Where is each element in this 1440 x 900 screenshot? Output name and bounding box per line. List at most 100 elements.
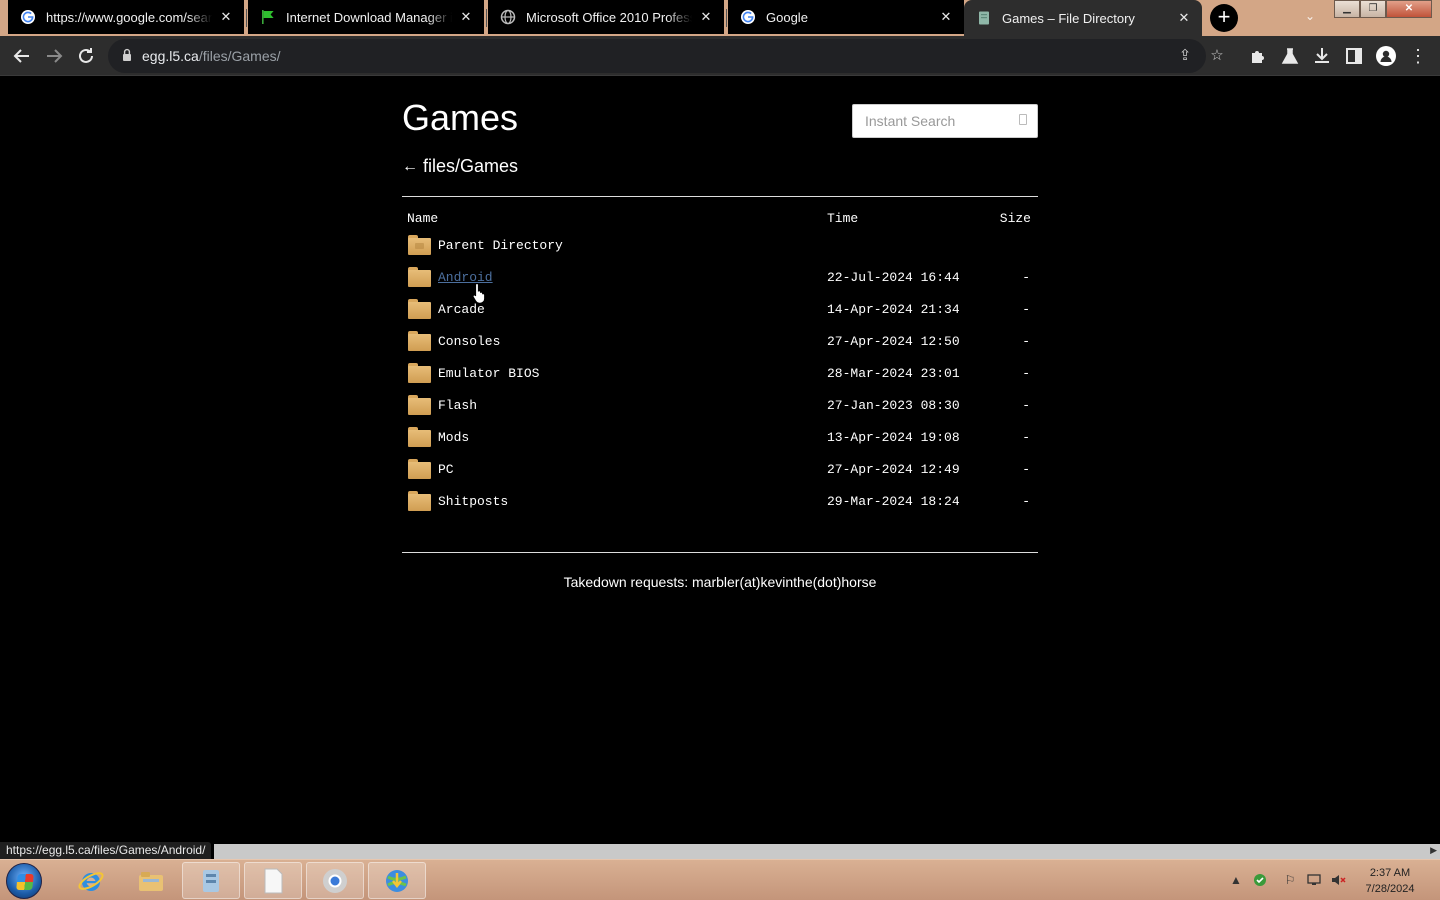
- tab-title: Internet Download Manager is a: [286, 9, 452, 25]
- show-hidden-icons-arrow-icon[interactable]: ▲: [1228, 872, 1244, 888]
- page-icon: [976, 10, 992, 26]
- url-text: egg.l5.ca/files/Games/: [142, 48, 281, 64]
- breadcrumb[interactable]: ← files/Games: [402, 156, 518, 177]
- row-size: -: [1022, 365, 1030, 381]
- row-name-link[interactable]: Parent Directory: [438, 238, 563, 253]
- row-name-link[interactable]: Consoles: [438, 334, 500, 349]
- table-row[interactable]: Android 22-Jul-2024 16:44 -: [402, 261, 1038, 293]
- row-size: -: [1022, 301, 1030, 317]
- extensions-puzzle-icon[interactable]: [1246, 44, 1270, 68]
- row-time: 27-Apr-2024 12:49: [827, 461, 960, 477]
- side-panel-icon[interactable]: [1342, 44, 1366, 68]
- url-host: egg.l5.ca: [142, 48, 199, 64]
- table-row[interactable]: Consoles 27-Apr-2024 12:50 -: [402, 325, 1038, 357]
- row-size: -: [1022, 429, 1030, 445]
- download-icon[interactable]: [1310, 44, 1334, 68]
- row-name-link[interactable]: Flash: [438, 398, 477, 413]
- taskbar-app-notepad[interactable]: [244, 862, 302, 899]
- tab-search-icon[interactable]: ⌄: [1300, 6, 1320, 26]
- row-name-link[interactable]: Shitposts: [438, 494, 508, 509]
- table-row[interactable]: Arcade 14-Apr-2024 21:34 -: [402, 293, 1038, 325]
- taskbar-clock[interactable]: 2:37 AM 7/28/2024: [1362, 865, 1418, 897]
- scroll-right-arrow-icon[interactable]: ▶: [1430, 845, 1437, 856]
- start-button[interactable]: [6, 863, 42, 899]
- taskbar-file-explorer[interactable]: [122, 862, 180, 899]
- file-listing-table: Name Time Size Parent Directory Android …: [402, 207, 1038, 517]
- folder-icon: [408, 299, 431, 319]
- column-header-name[interactable]: Name: [402, 207, 822, 229]
- table-row[interactable]: Mods 13-Apr-2024 19:08 -: [402, 421, 1038, 453]
- chrome-icon: [323, 868, 347, 893]
- share-icon[interactable]: ⇪: [1176, 47, 1194, 65]
- divider: [402, 196, 1038, 197]
- menu-kebab-icon[interactable]: ⋮: [1406, 44, 1430, 68]
- profile-avatar-icon[interactable]: [1374, 44, 1398, 68]
- row-size: -: [1022, 269, 1030, 285]
- close-icon[interactable]: ✕: [1176, 10, 1192, 26]
- row-name-link[interactable]: Mods: [438, 430, 469, 445]
- tab-google[interactable]: Google ✕: [728, 0, 964, 34]
- row-name-link[interactable]: PC: [438, 462, 454, 477]
- close-icon[interactable]: ✕: [938, 9, 954, 25]
- column-header-size[interactable]: Size: [974, 207, 1038, 229]
- tab-strip: https://www.google.com/search ✕ Internet…: [0, 0, 1440, 36]
- tab-office[interactable]: Microsoft Office 2010 Profession ✕: [488, 0, 724, 34]
- table-row[interactable]: Shitposts 29-Mar-2024 18:24 -: [402, 485, 1038, 517]
- network-icon[interactable]: [1306, 872, 1322, 888]
- taskbar-idm[interactable]: [368, 862, 426, 899]
- row-time: 28-Mar-2024 23:01: [827, 365, 960, 381]
- column-header-time[interactable]: Time: [822, 207, 974, 229]
- search-input[interactable]: [853, 105, 1013, 137]
- table-row-parent-directory[interactable]: Parent Directory: [402, 229, 1038, 261]
- tab-separator: [486, 9, 487, 27]
- window-close-button[interactable]: ✕: [1386, 0, 1432, 18]
- tab-google-search[interactable]: https://www.google.com/search ✕: [8, 0, 244, 34]
- reload-icon[interactable]: [74, 44, 98, 68]
- breadcrumb-path[interactable]: files/Games: [423, 156, 518, 177]
- tab-idm[interactable]: Internet Download Manager is a ✕: [248, 0, 484, 34]
- new-tab-button[interactable]: +: [1210, 4, 1238, 32]
- row-time: 27-Jan-2023 08:30: [827, 397, 960, 413]
- folder-icon: [408, 395, 431, 415]
- restore-button[interactable]: ❐: [1360, 0, 1386, 18]
- minimize-button[interactable]: ▁: [1334, 0, 1360, 18]
- folder-up-icon: [408, 235, 431, 255]
- volume-muted-icon[interactable]: [1330, 872, 1346, 888]
- hand-cursor-icon: [472, 282, 486, 304]
- tab-title: https://www.google.com/search: [46, 9, 212, 25]
- back-arrow-icon[interactable]: [10, 44, 34, 68]
- tab-title: Google: [766, 9, 808, 25]
- taskbar-app-archive[interactable]: [182, 862, 240, 899]
- row-size: -: [1022, 333, 1030, 349]
- taskbar-chrome[interactable]: [306, 862, 364, 899]
- table-row[interactable]: PC 27-Apr-2024 12:49 -: [402, 453, 1038, 485]
- close-icon[interactable]: ✕: [218, 9, 234, 25]
- tab-file-directory-active[interactable]: Games – File Directory ✕: [964, 0, 1202, 36]
- row-size: [974, 229, 1038, 261]
- address-bar[interactable]: egg.l5.ca/files/Games/ ⇪ ☆: [108, 39, 1224, 73]
- back-arrow-icon[interactable]: ←: [402, 158, 418, 176]
- taskbar-internet-explorer[interactable]: [62, 862, 120, 899]
- table-row[interactable]: Flash 27-Jan-2023 08:30 -: [402, 389, 1038, 421]
- close-icon[interactable]: ✕: [458, 9, 474, 25]
- folder-icon: [408, 267, 431, 287]
- action-center-flag-icon[interactable]: ⚐: [1282, 872, 1298, 888]
- instant-search[interactable]: [852, 104, 1038, 138]
- divider: [402, 552, 1038, 553]
- bookmark-star-icon[interactable]: ☆: [1208, 47, 1226, 65]
- search-icon: [1019, 114, 1027, 125]
- clock-time: 2:37 AM: [1369, 867, 1411, 879]
- row-name-link[interactable]: Emulator BIOS: [438, 366, 539, 381]
- row-time: 22-Jul-2024 16:44: [827, 269, 960, 285]
- table-row[interactable]: Emulator BIOS 28-Mar-2024 23:01 -: [402, 357, 1038, 389]
- blank-document-icon: [264, 868, 283, 893]
- labs-flask-icon[interactable]: [1278, 44, 1302, 68]
- forward-arrow-icon[interactable]: [42, 44, 66, 68]
- close-icon[interactable]: ✕: [698, 9, 714, 25]
- lock-icon[interactable]: [122, 48, 132, 62]
- security-tray-icon[interactable]: [1252, 872, 1268, 888]
- horizontal-scrollbar[interactable]: ▶: [214, 844, 1440, 859]
- folder-icon: [408, 491, 431, 511]
- folder-icon: [408, 459, 431, 479]
- tab-title: Microsoft Office 2010 Profession: [526, 9, 692, 25]
